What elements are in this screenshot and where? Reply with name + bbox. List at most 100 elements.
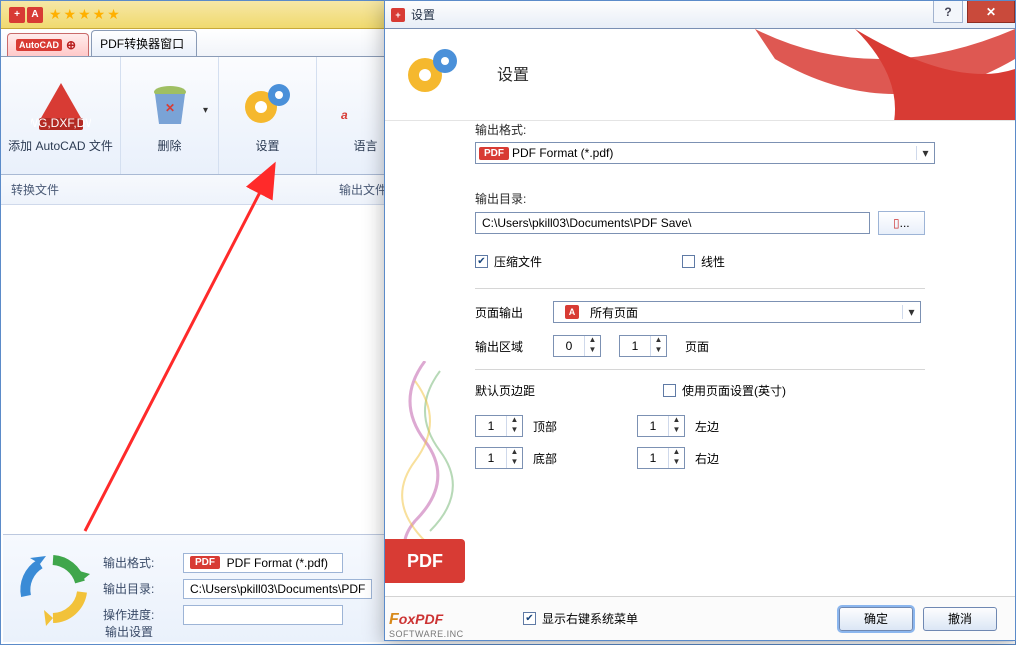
linear-label: 线性 [701,253,725,270]
compress-checkbox[interactable]: ✔ 压缩文件 [475,253,542,270]
margin-bottom-label: 底部 [533,450,557,467]
range-to-spinner[interactable]: ▲▼ [619,335,667,357]
margin-bottom-spinner[interactable]: ▲▼ [475,447,523,469]
autocad-icon: AutoCAD [16,39,62,51]
range-unit-label: 页面 [685,338,709,355]
gears-icon [238,78,298,133]
ribbon-add-autocad-label: 添加 AutoCAD 文件 [8,137,113,154]
separator [475,369,925,370]
separator [475,288,925,289]
foxpdf-subtitle: SOFTWARE.INC [389,629,464,639]
margin-top-spinner[interactable]: ▲▼ [475,415,523,437]
checkbox-checked-icon: ✔ [523,612,536,625]
output-dir-input[interactable] [475,212,870,234]
dialog-footer: FoxPDF SOFTWARE.INC ✔ 显示右键系统菜单 确定 撤消 [385,596,1015,640]
app-badge: + A [9,7,43,23]
margin-left-input[interactable] [638,418,668,434]
convert-icon [3,535,103,642]
autocad-file-icon: DWG,DXF,DWF [31,78,91,133]
pdf-badge-icon: PDF [190,556,220,569]
tab-autocad-plus-icon: ⊕ [66,38,76,52]
svg-text:DWG,DXF,DWF: DWG,DXF,DWF [31,116,91,130]
annotation-arrow [75,161,295,541]
margin-top-label: 顶部 [533,418,557,435]
output-format-combo-text: PDF Format (*.pdf) [512,146,916,160]
dropdown-arrow-icon[interactable]: ▾ [902,305,920,319]
page-output-label: 页面输出 [475,304,535,321]
checkbox-checked-icon: ✔ [475,255,488,268]
header-swoosh-deco [655,29,1015,121]
dialog-close-button[interactable]: ✕ [967,1,1015,23]
page-output-combo-text: 所有页面 [590,304,902,321]
svg-text:a: a [341,108,348,122]
margin-bottom-input[interactable] [476,450,506,466]
ribbon-language-label: 语言 [353,137,377,154]
margin-left-spinner[interactable]: ▲▼ [637,415,685,437]
bottom-output-dir-label: 输出目录: [103,580,173,597]
use-page-settings-label: 使用页面设置(英寸) [682,382,786,399]
trash-icon: ✕ [140,78,200,133]
tab-pdf-converter-label: PDF转换器窗口 [100,35,184,52]
pdf-page-icon: A [565,305,579,319]
rating-stars: ★★★★★ [49,6,122,23]
dialog-header: 设置 [385,29,1015,121]
browse-label: ... [900,216,910,230]
page-output-combo[interactable]: A 所有页面 ▾ [553,301,921,323]
browse-button[interactable]: ▯ ... [878,211,925,235]
output-format-label: 输出格式: [475,121,925,138]
bottom-progress-bar [183,605,343,625]
output-format-combo[interactable]: PDF PDF Format (*.pdf) ▾ [475,142,935,164]
ribbon-add-autocad-button[interactable]: DWG,DXF,DWF 添加 AutoCAD 文件 [1,57,121,174]
tab-autocad[interactable]: AutoCAD ⊕ [7,33,89,56]
cancel-button[interactable]: 撤消 [923,607,997,631]
margin-right-label: 右边 [695,450,719,467]
output-range-label: 输出区域 [475,338,535,355]
ribbon-delete-button[interactable]: ✕ ▾ 删除 [121,57,219,174]
bottom-output-format-label: 输出格式: [103,554,173,571]
range-from-spinner[interactable]: ▲▼ [553,335,601,357]
app-icon-2: A [27,7,43,23]
checkbox-unchecked-icon [682,255,695,268]
default-margin-label: 默认页边距 [475,382,645,399]
ribbon-settings-label: 设置 [255,137,279,154]
output-files-header: 输出文件 [329,181,387,198]
svg-text:✕: ✕ [164,101,174,115]
dialog-header-title: 设置 [497,61,529,85]
dropdown-arrow-icon[interactable]: ▾ [916,146,934,160]
margin-top-input[interactable] [476,418,506,434]
header-gears-icon [403,45,463,102]
dialog-icon: + [391,8,405,22]
dropdown-arrow-icon[interactable]: ▾ [203,105,208,116]
dialog-titlebar[interactable]: + 设置 ? ✕ [385,1,1015,29]
cursor-icon: ▯ [893,216,900,230]
pdf-ribbon-deco: PDF [385,539,465,583]
foxpdf-logo: FoxPDF SOFTWARE.INC [389,611,464,640]
margin-right-spinner[interactable]: ▲▼ [637,447,685,469]
convert-files-header: 转换文件 [1,181,329,198]
dialog-title: 设置 [411,6,435,23]
bottom-output-format-text: PDF Format (*.pdf) [227,556,328,570]
show-context-menu-checkbox[interactable]: ✔ 显示右键系统菜单 [523,610,638,627]
bottom-output-format-value[interactable]: PDF PDF Format (*.pdf) [183,553,343,573]
ok-button[interactable]: 确定 [839,607,913,631]
ribbon-delete-label: 删除 [157,137,181,154]
linear-checkbox[interactable]: 线性 [682,253,725,270]
dialog-body: 输出格式: PDF PDF Format (*.pdf) ▾ 输出目录: ▯ .… [385,121,1015,596]
settings-dialog: + 设置 ? ✕ 设置 输出格式: PDF PDF Format (*.pdf)… [384,0,1016,641]
show-context-menu-label: 显示右键系统菜单 [542,610,638,627]
tab-pdf-converter[interactable]: PDF转换器窗口 [91,30,197,56]
range-from-input[interactable] [554,338,584,354]
pdf-badge-icon: PDF [479,147,509,160]
output-dir-label: 输出目录: [475,190,925,207]
app-icon-1: + [9,7,25,23]
use-page-settings-checkbox[interactable]: 使用页面设置(英寸) [663,382,786,399]
ribbon-settings-button[interactable]: 设置 [219,57,317,174]
dialog-help-button[interactable]: ? [933,1,963,23]
checkbox-unchecked-icon [663,384,676,397]
bottom-caption: 输出设置 [105,623,153,640]
bottom-progress-label: 操作进度: [103,606,173,623]
margin-right-input[interactable] [638,450,668,466]
range-to-input[interactable] [620,338,650,354]
bottom-output-dir-value[interactable]: C:\Users\pkill03\Documents\PDF [183,579,372,599]
margin-left-label: 左边 [695,418,719,435]
